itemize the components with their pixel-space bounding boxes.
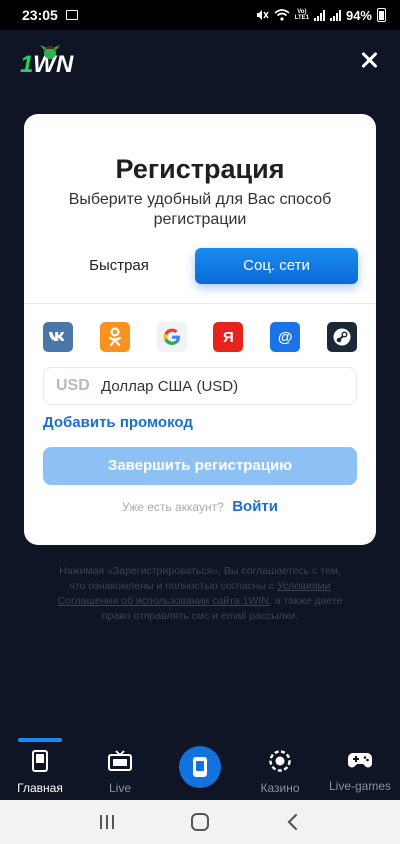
card-subtitle: Выберите удобный для Вас способ регистра… [68, 191, 332, 228]
steam-icon [333, 328, 351, 346]
home-icon [190, 813, 209, 831]
vk-button[interactable] [43, 322, 73, 352]
google-button[interactable] [156, 322, 187, 352]
slot-machine-icon [193, 757, 207, 777]
home-button[interactable] [185, 807, 215, 837]
gamepad-icon [348, 753, 372, 768]
nav-live-games-label: Live-games [328, 779, 392, 793]
battery-icon [377, 8, 386, 22]
nav-casino-label: Казино [260, 781, 300, 795]
status-time: 23:05 [22, 7, 58, 23]
odnoklassniki-button[interactable] [99, 322, 130, 352]
close-button[interactable] [358, 49, 380, 71]
yandex-icon: Я [223, 328, 234, 346]
vk-icon [49, 332, 65, 341]
currency-code: USD [56, 377, 90, 394]
wifi-icon [274, 9, 290, 21]
nav-live-games[interactable]: Live-games [325, 750, 395, 793]
divider [24, 303, 376, 304]
recent-apps-button[interactable] [92, 807, 122, 837]
nav-slots[interactable] [179, 746, 221, 788]
status-right: Vo) LTE1 94% [255, 8, 386, 23]
login-link[interactable]: Войти [232, 498, 278, 515]
bottom-nav: Главная Live Казино Live-games [0, 738, 400, 800]
system-nav [0, 800, 400, 844]
signal-2-icon [329, 9, 341, 21]
tv-icon [108, 750, 132, 771]
login-question: Уже есть аккаунт? [121, 500, 224, 514]
odnoklassniki-icon [108, 327, 121, 347]
logo-mascot-icon: 1 W N [20, 45, 74, 78]
currency-name: Доллар США (USD) [101, 377, 239, 395]
registration-tabs: Быстрая Соц. сети [42, 248, 358, 284]
currency-select[interactable]: USD Доллар США (USD) [43, 367, 357, 405]
nav-home-label: Главная [17, 781, 63, 795]
nav-casino[interactable]: Казино [245, 750, 315, 795]
gallery-notification-icon [65, 10, 78, 20]
status-left: 23:05 [22, 7, 78, 23]
back-button[interactable] [278, 807, 308, 837]
complete-registration-button[interactable]: Завершить регистрацию [43, 447, 357, 485]
terms-text: Нажимая «Зарегистрироваться», Вы соглаша… [54, 564, 346, 624]
status-bar: 23:05 Vo) LTE1 94% [0, 0, 400, 30]
nav-home[interactable]: Главная [5, 750, 75, 795]
mail-icon: @ [277, 328, 293, 346]
casino-chip-icon [269, 750, 291, 772]
lte-label: LTE1 [294, 15, 309, 21]
steam-button[interactable] [326, 322, 357, 352]
mute-icon [256, 10, 269, 20]
signal-1-icon [313, 9, 325, 21]
home-phone-icon [32, 750, 48, 772]
google-icon [163, 328, 180, 345]
svg-text:1: 1 [20, 51, 33, 78]
battery-percent: 94% [345, 7, 372, 23]
yandex-button[interactable]: Я [213, 322, 244, 352]
logo[interactable]: 1 W N [20, 42, 88, 78]
back-icon [287, 813, 298, 831]
registration-card: Регистрация Выберите удобный для Вас спо… [24, 114, 376, 545]
add-promo-link[interactable]: Добавить промокод [43, 414, 193, 431]
tab-quick[interactable]: Быстрая [42, 248, 196, 284]
svg-text:N: N [56, 51, 74, 78]
recent-apps-icon [99, 815, 114, 829]
nav-live-label: Live [108, 781, 131, 795]
nav-live[interactable]: Live [85, 750, 155, 795]
top-bar: 1 W N [0, 30, 400, 90]
mail-button[interactable]: @ [270, 322, 301, 352]
nav-active-indicator [18, 738, 62, 742]
login-row: Уже есть аккаунт? Войти [24, 498, 376, 516]
social-buttons: Я @ [43, 322, 357, 352]
card-title: Регистрация [115, 154, 285, 184]
tab-social[interactable]: Соц. сети [195, 248, 358, 284]
volte-icon: Vo) LTE1 [295, 9, 309, 21]
